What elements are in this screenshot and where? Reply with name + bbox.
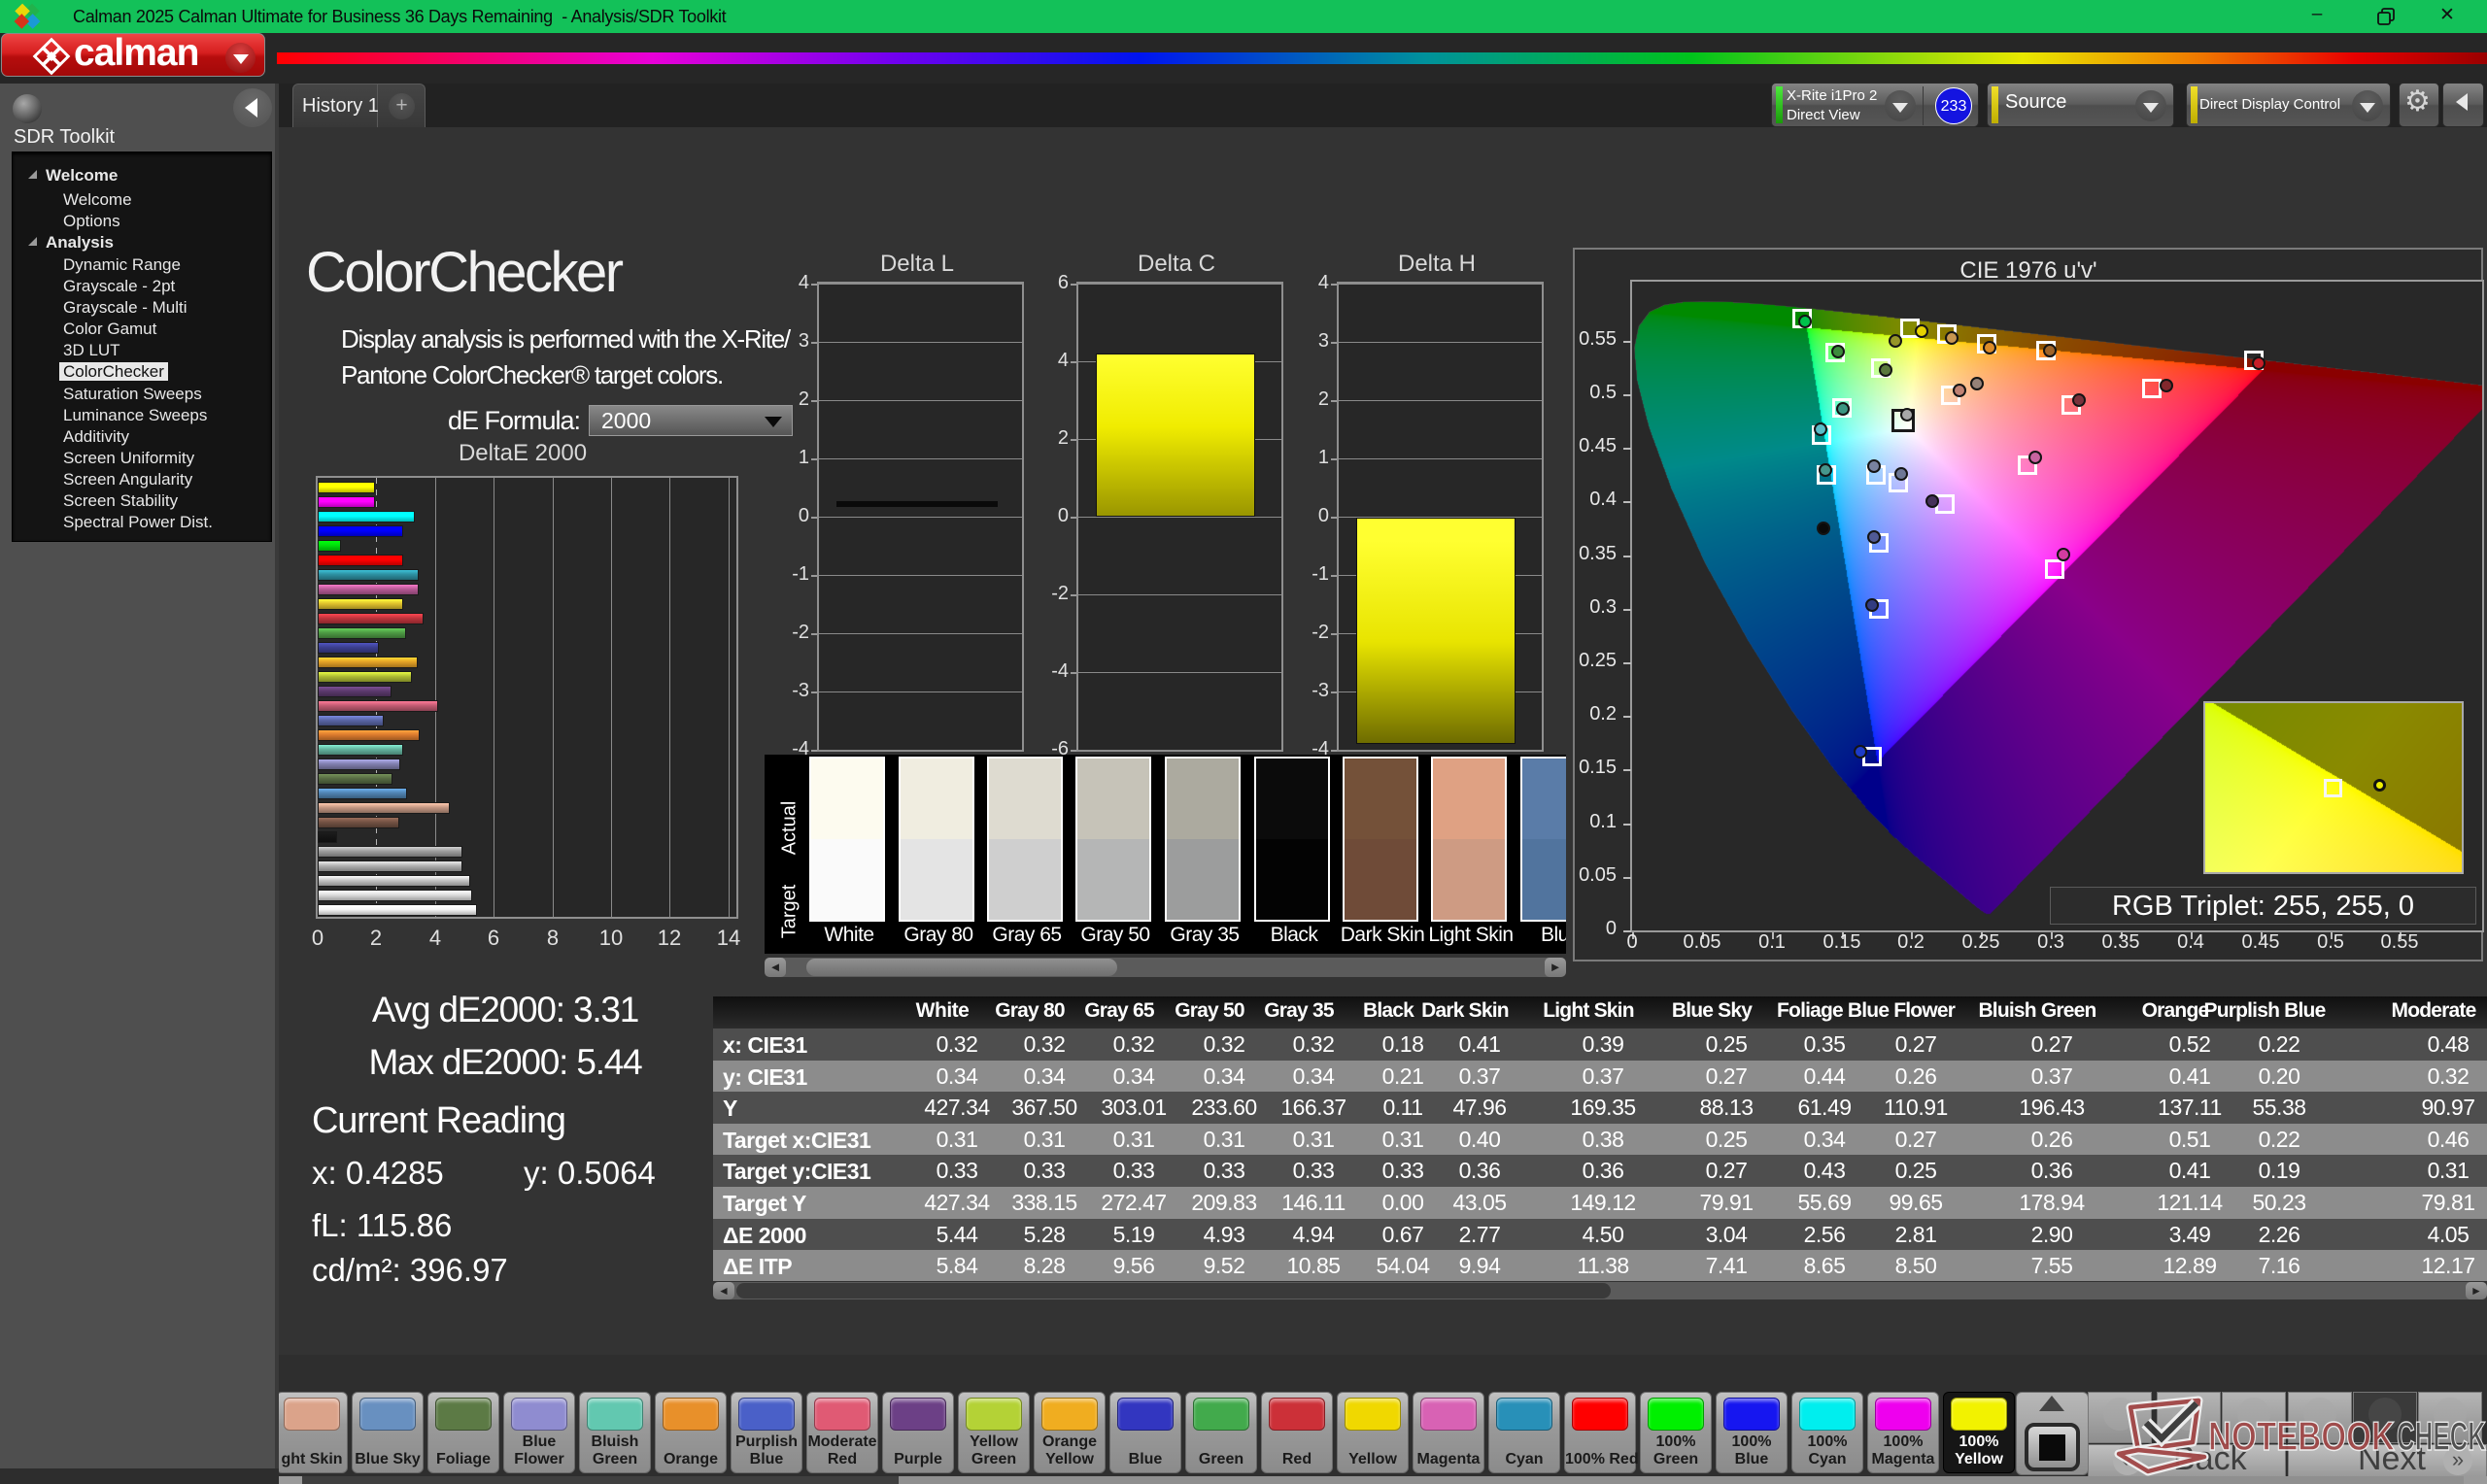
svg-text:CHECK: CHECK	[2397, 1413, 2486, 1459]
svg-text:NOTEBOOK: NOTEBOOK	[2208, 1413, 2395, 1459]
